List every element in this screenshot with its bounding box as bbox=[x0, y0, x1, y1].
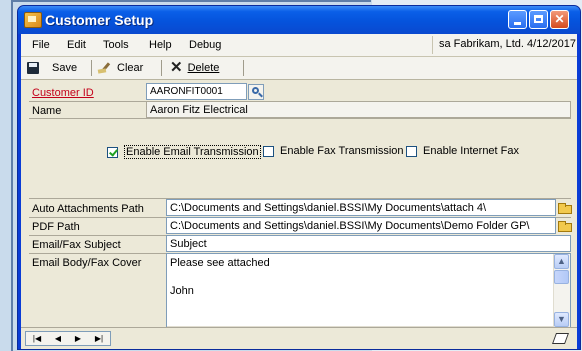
save-icon bbox=[27, 62, 39, 74]
app-icon[interactable] bbox=[24, 12, 42, 28]
divider bbox=[29, 118, 571, 119]
folder-icon[interactable] bbox=[557, 201, 573, 215]
name-field[interactable]: Aaron Fitz Electrical bbox=[146, 101, 571, 118]
scroll-thumb[interactable] bbox=[554, 270, 569, 284]
body-label: Email Body/Fax Cover bbox=[32, 257, 142, 269]
last-record-button[interactable]: ▶| bbox=[95, 334, 103, 344]
maximize-button[interactable] bbox=[529, 10, 548, 29]
close-button[interactable]: ✕ bbox=[550, 10, 569, 29]
enable-email-label: Enable Email Transmission bbox=[124, 145, 261, 159]
clear-label: Clear bbox=[117, 62, 144, 74]
previous-record-button[interactable]: ◀ bbox=[55, 334, 61, 344]
delete-button[interactable]: ✕ Delete bbox=[170, 60, 219, 76]
menu-tools[interactable]: Tools bbox=[103, 39, 129, 51]
toolbar-separator bbox=[243, 60, 244, 76]
lookup-icon[interactable] bbox=[248, 84, 264, 100]
customer-form: Customer ID AARONFIT0001 Name Aaron Fitz… bbox=[21, 80, 577, 344]
subject-label: Email/Fax Subject bbox=[32, 239, 121, 251]
scroll-up-icon[interactable]: ▲ bbox=[554, 254, 569, 269]
toolbar-separator bbox=[161, 60, 162, 76]
menu-bar: File Edit Tools Help Debug sa Fabrikam, … bbox=[21, 34, 577, 57]
menu-edit[interactable]: Edit bbox=[67, 39, 86, 51]
name-label: Name bbox=[32, 105, 62, 117]
auto-attachments-label: Auto Attachments Path bbox=[32, 203, 144, 215]
vertical-scrollbar[interactable]: ▲ ▼ bbox=[553, 254, 570, 327]
next-record-button[interactable]: ▶ bbox=[75, 334, 81, 344]
window-title: Customer Setup bbox=[45, 12, 154, 28]
enable-internet-fax-label: Enable Internet Fax bbox=[423, 145, 520, 157]
background-line bbox=[11, 0, 13, 351]
subject-field[interactable]: Subject bbox=[166, 235, 571, 252]
checkbox[interactable] bbox=[406, 145, 417, 157]
checkbox[interactable] bbox=[263, 145, 274, 157]
window-client: File Edit Tools Help Debug sa Fabrikam, … bbox=[21, 34, 577, 349]
toolbar: Save Clear ✕ Delete bbox=[21, 57, 577, 80]
clear-button[interactable]: Clear bbox=[98, 60, 143, 76]
customer-id-field[interactable]: AARONFIT0001 bbox=[146, 83, 247, 100]
body-text[interactable]: Please see attached John bbox=[170, 256, 270, 298]
enable-fax-label: Enable Fax Transmission bbox=[280, 145, 404, 157]
user-company-date: sa Fabrikam, Ltd. 4/12/2017 bbox=[439, 38, 576, 50]
delete-label: Delete bbox=[187, 62, 220, 74]
folder-icon[interactable] bbox=[557, 219, 573, 233]
enable-email-checkbox[interactable]: Enable Email Transmission bbox=[107, 145, 261, 159]
background-line bbox=[11, 0, 371, 2]
first-record-button[interactable]: |◀ bbox=[33, 334, 41, 344]
title-bar[interactable]: Customer Setup ✕ bbox=[18, 6, 580, 34]
enable-internet-fax-checkbox[interactable]: Enable Internet Fax bbox=[406, 145, 519, 157]
customer-setup-window: Customer Setup ✕ File Edit Tools Help De… bbox=[17, 5, 581, 350]
note-icon[interactable] bbox=[551, 333, 570, 344]
pdf-path-field[interactable]: C:\Documents and Settings\daniel.BSSI\My… bbox=[166, 217, 556, 234]
clear-icon bbox=[98, 62, 112, 74]
toolbar-separator bbox=[91, 60, 92, 76]
checkbox[interactable] bbox=[107, 146, 118, 158]
delete-icon: ✕ bbox=[170, 59, 183, 76]
menu-debug[interactable]: Debug bbox=[189, 39, 221, 51]
status-bar: |◀ ◀ ▶ ▶| bbox=[21, 327, 577, 349]
divider bbox=[432, 36, 433, 54]
pdf-path-label: PDF Path bbox=[32, 221, 80, 233]
menu-help[interactable]: Help bbox=[149, 39, 172, 51]
maximize-icon bbox=[534, 15, 543, 23]
save-button[interactable]: Save bbox=[27, 60, 77, 76]
minimize-button[interactable] bbox=[508, 10, 527, 29]
record-navigation: |◀ ◀ ▶ ▶| bbox=[25, 331, 111, 346]
auto-attachments-field[interactable]: C:\Documents and Settings\daniel.BSSI\My… bbox=[166, 199, 556, 216]
enable-fax-checkbox[interactable]: Enable Fax Transmission bbox=[263, 145, 404, 157]
save-label: Save bbox=[52, 62, 78, 74]
close-icon: ✕ bbox=[554, 12, 565, 26]
minimize-icon bbox=[514, 22, 521, 25]
menu-file[interactable]: File bbox=[32, 39, 50, 51]
scroll-down-icon[interactable]: ▼ bbox=[554, 312, 569, 327]
customer-id-label[interactable]: Customer ID bbox=[32, 87, 94, 99]
